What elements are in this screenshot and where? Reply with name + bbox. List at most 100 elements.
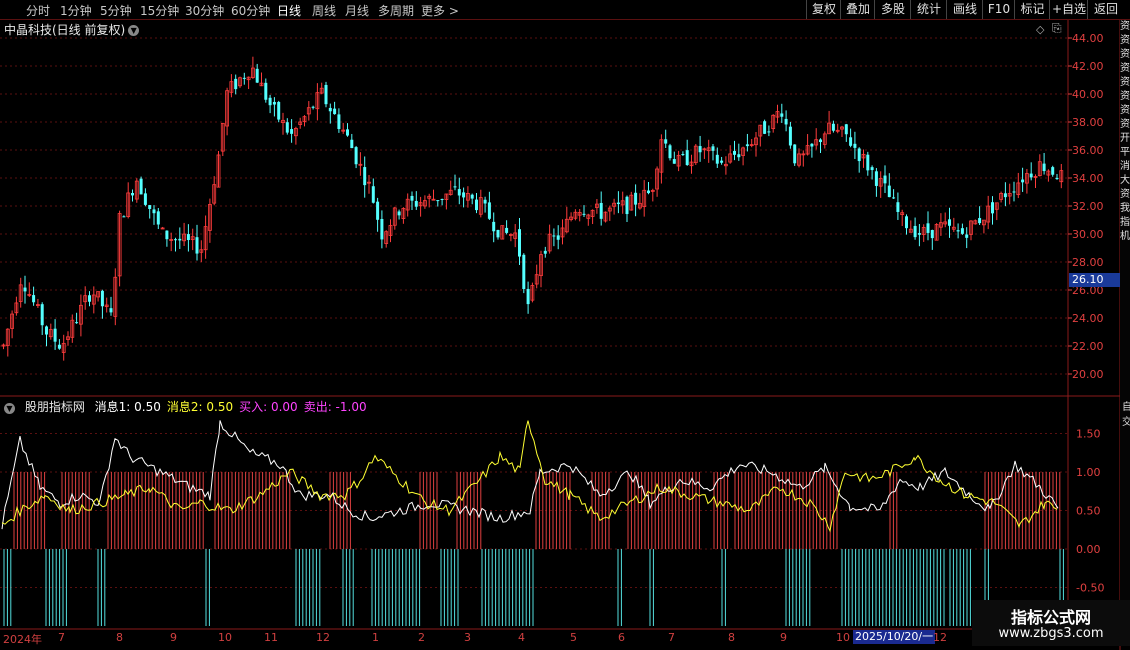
price-tick-label: 30.00 <box>1072 228 1104 241</box>
candle-body <box>483 199 487 204</box>
price-tick-label: 44.00 <box>1072 32 1104 45</box>
side-strip-item-2[interactable]: 资 <box>1120 48 1130 62</box>
candle-body <box>522 254 526 289</box>
candlestick-chart[interactable]: 44.0042.0040.0038.0036.0034.0032.0030.00… <box>0 0 1130 650</box>
candle-body <box>1029 173 1033 178</box>
candle-body <box>1003 193 1007 198</box>
candle-body <box>745 144 749 147</box>
candle-body <box>242 77 246 79</box>
side-strip-item-6[interactable]: 资 <box>1120 104 1130 118</box>
side-strip-item-5[interactable]: 资 <box>1120 90 1130 104</box>
candle-body <box>165 230 169 240</box>
side-strip-item-8[interactable]: 开 <box>1120 132 1130 146</box>
candle-body <box>311 106 315 108</box>
candle-body <box>346 129 349 136</box>
candle-body <box>552 235 556 237</box>
candle-body <box>960 228 964 234</box>
candle-body <box>668 145 672 159</box>
candle-body <box>926 223 930 233</box>
side-strip-item-11[interactable]: 大 <box>1120 174 1130 188</box>
date-label-6: 12 <box>316 631 330 644</box>
candle-body <box>139 178 143 195</box>
candle-body <box>887 185 891 198</box>
price-tick-label: 28.00 <box>1072 256 1104 269</box>
candle-body <box>526 288 530 305</box>
side-strip-item-15[interactable]: 机 <box>1120 230 1130 244</box>
indicator-value-2: 买入: 0.00 <box>239 400 298 414</box>
watermark-url: www.zbgs3.com <box>998 626 1104 641</box>
candle-body <box>930 230 934 239</box>
candle-body <box>1021 179 1025 183</box>
candle-body <box>268 97 272 106</box>
date-label-0: 2024年 <box>3 633 42 646</box>
side-strip-item-13[interactable]: 我 <box>1120 202 1130 216</box>
candle-body <box>496 229 500 238</box>
date-label-3: 9 <box>170 631 177 644</box>
candle-body <box>857 148 861 162</box>
candle-body <box>178 238 182 241</box>
price-tick-label: 36.00 <box>1072 144 1104 157</box>
candle-body <box>53 328 57 342</box>
side-strip-item-4[interactable]: 资 <box>1120 76 1130 90</box>
candle-body <box>913 225 917 238</box>
candle-body <box>948 219 951 226</box>
candle-body <box>57 344 61 349</box>
current-price-tag: 26.10 <box>1069 273 1126 287</box>
date-label-13: 7 <box>668 631 675 644</box>
date-label-10: 4 <box>518 631 525 644</box>
side-strip-item-1[interactable]: 资 <box>1120 34 1130 48</box>
date-label-8: 2 <box>418 631 425 644</box>
candle-body <box>849 137 853 146</box>
candle-body <box>780 113 784 117</box>
candle-body <box>870 167 874 171</box>
side-strip-item-0[interactable]: 资 <box>1120 20 1130 34</box>
candle-body <box>75 322 79 324</box>
date-label-4: 10 <box>218 631 232 644</box>
price-tick-label: 22.00 <box>1072 340 1104 353</box>
candle-body <box>681 154 685 156</box>
candle-body <box>453 186 457 188</box>
candle-body <box>763 121 767 134</box>
candle-body <box>414 200 418 207</box>
candle-body <box>831 123 835 131</box>
candle-body <box>285 122 289 133</box>
date-after-highlight: 12 <box>933 631 947 644</box>
candle-body <box>337 114 341 130</box>
candle-body <box>255 68 259 83</box>
indicator-chevron-icon[interactable]: ▼ <box>4 403 15 414</box>
candle-body <box>371 186 375 203</box>
side-strip-item-3[interactable]: 资 <box>1120 62 1130 76</box>
candle-body <box>853 143 857 148</box>
indicator-name: 股朋指标网 <box>24 400 85 414</box>
price-tick-label: 40.00 <box>1072 88 1104 101</box>
candle-body <box>634 192 638 205</box>
candle-body <box>978 218 982 224</box>
candle-body <box>767 131 771 133</box>
indicator-title[interactable]: ▼ 股朋指标网 消息1: 0.50 消息2: 0.50 买入: 0.00 卖出: -1… <box>4 398 379 415</box>
candle-body <box>45 326 48 335</box>
candle-body <box>152 209 156 214</box>
candle-body <box>492 221 496 232</box>
candle-body <box>272 101 276 105</box>
candle-body <box>100 290 104 307</box>
candle-body <box>505 227 509 233</box>
date-label-7: 1 <box>372 631 379 644</box>
candle-body <box>290 129 294 134</box>
side-strip2-item-1: 交 <box>1122 417 1130 428</box>
price-tick-label: 20.00 <box>1072 368 1104 381</box>
date-label-11: 5 <box>570 631 577 644</box>
side-strip-bottom: 自交 <box>1122 398 1130 428</box>
candle-body <box>905 216 908 229</box>
candle-body <box>1012 191 1016 193</box>
side-strip-item-7[interactable]: 资 <box>1120 118 1130 132</box>
side-strip[interactable]: 资资资资资资资资开平消大资我指机 <box>1120 20 1130 630</box>
date-label-1: 7 <box>58 631 65 644</box>
candle-body <box>277 101 281 120</box>
indicator-line-message2 <box>1 420 1058 533</box>
candle-body <box>143 193 147 205</box>
side-strip-item-10[interactable]: 消 <box>1120 160 1130 174</box>
candle-body <box>397 211 401 216</box>
side-strip-item-14[interactable]: 指 <box>1120 216 1130 230</box>
side-strip-item-12[interactable]: 资 <box>1120 188 1130 202</box>
side-strip-item-9[interactable]: 平 <box>1120 146 1130 160</box>
